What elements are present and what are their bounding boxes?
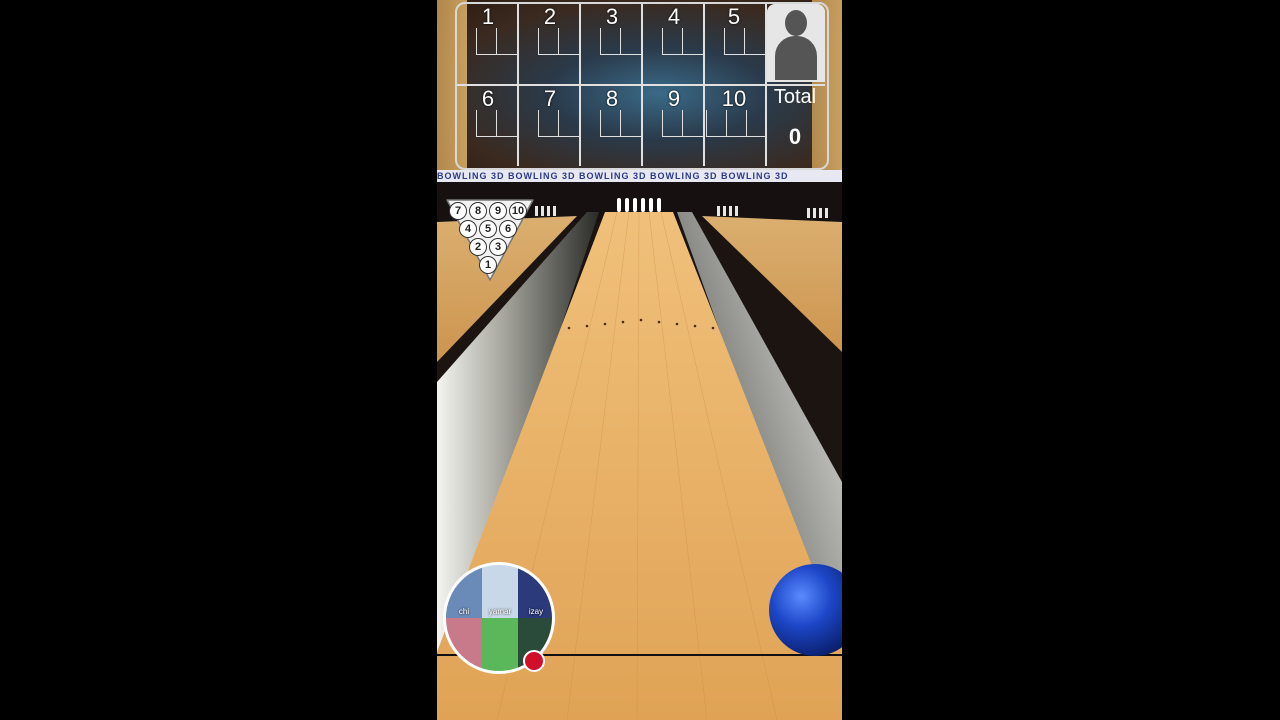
ball-box [538, 28, 559, 55]
pin-10-icon: 10 [509, 202, 527, 220]
avatar-label: izay [528, 607, 544, 616]
ball-box [620, 28, 641, 55]
ball-box [662, 110, 683, 137]
total-label: Total [773, 86, 817, 108]
ball-box [558, 28, 579, 55]
frame-number: 8 [605, 86, 619, 111]
pin-status-indicator: 7 8 9 10 4 5 6 2 3 1 [443, 198, 537, 282]
ball-box [600, 110, 621, 137]
silhouette-body [775, 36, 817, 80]
avatar-tile [446, 618, 482, 671]
pin-6-icon: 6 [499, 220, 517, 238]
frame-number: 9 [667, 86, 681, 111]
ball-box [496, 28, 517, 55]
ball-box [706, 110, 727, 137]
ball-box [682, 110, 703, 137]
record-indicator-icon [523, 650, 545, 672]
frame-number: 5 [727, 4, 741, 29]
frame-number: 6 [481, 86, 495, 111]
avatar-tile [482, 618, 518, 671]
pin-1-icon: 1 [479, 256, 497, 274]
pin-9-icon: 9 [489, 202, 507, 220]
ball-box [682, 28, 703, 55]
ball-box [724, 28, 745, 55]
player-silhouette-icon [767, 4, 825, 82]
silhouette-head [785, 10, 807, 36]
avatar-label: yamar [488, 607, 512, 616]
frame-number: 7 [543, 86, 557, 111]
frame-number: 10 [721, 86, 747, 111]
avatar-tile: yamar [482, 565, 518, 618]
pin-7-icon: 7 [449, 202, 467, 220]
avatar-tile: izay [518, 565, 552, 618]
branding-banner: BOWLING 3D BOWLING 3D BOWLING 3D BOWLING… [437, 170, 842, 182]
ball-box [476, 110, 497, 137]
ball-box [726, 110, 747, 137]
pin-8-icon: 8 [469, 202, 487, 220]
ball-box [558, 110, 579, 137]
pin-2-icon: 2 [469, 238, 487, 256]
frame-number: 2 [543, 4, 557, 29]
ball-box [538, 110, 559, 137]
pin-3-icon: 3 [489, 238, 507, 256]
ball-box [496, 110, 517, 137]
ball-box [662, 28, 683, 55]
ball-box [746, 110, 767, 137]
ball-box [600, 28, 621, 55]
frame-number: 4 [667, 4, 681, 29]
frame-number: 3 [605, 4, 619, 29]
frame-number: 1 [481, 4, 495, 29]
ball-box [476, 28, 497, 55]
ball-box [620, 110, 641, 137]
pin-4-icon: 4 [459, 220, 477, 238]
game-viewport[interactable]: 1 2 3 4 5 6 7 8 9 10 Total 0 BOWLING 3D … [437, 0, 842, 720]
avatar-tile: chi [446, 565, 482, 618]
total-score: 0 [788, 124, 802, 149]
ball-box [744, 28, 765, 55]
scoreboard: 1 2 3 4 5 6 7 8 9 10 Total 0 [437, 0, 842, 170]
pin-5-icon: 5 [479, 220, 497, 238]
avatar-label: chi [458, 607, 470, 616]
